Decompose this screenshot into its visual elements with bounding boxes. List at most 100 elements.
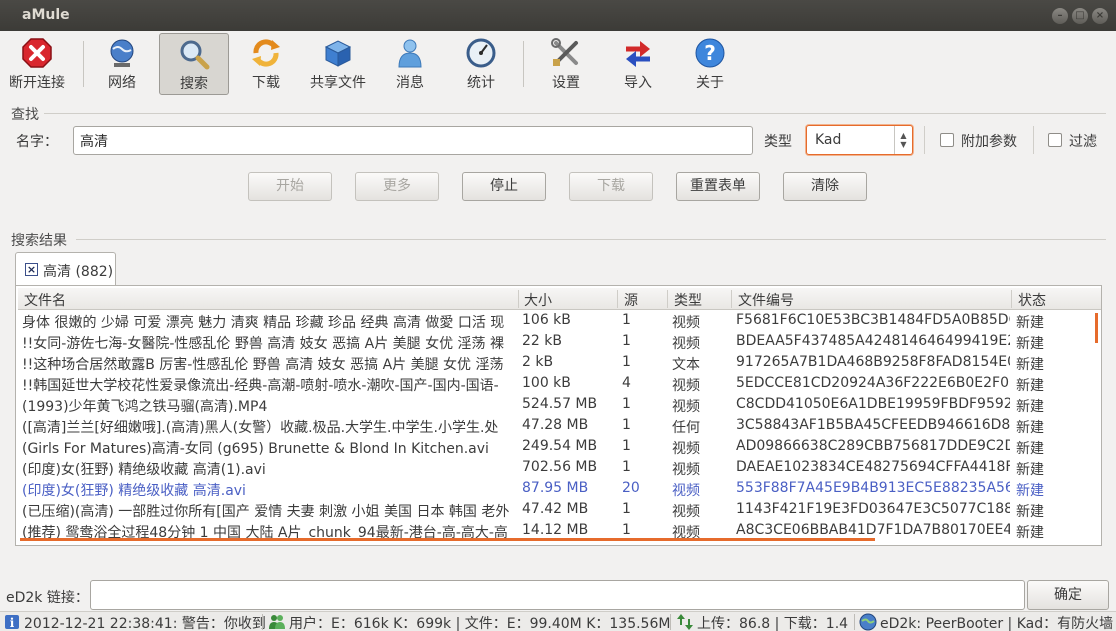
toolbar-search-button[interactable]: 搜索	[159, 33, 229, 95]
cell-status: 新建	[1016, 357, 1044, 373]
toolbar-statistics-button[interactable]: 统计	[452, 33, 510, 95]
main-toolbar: 断开连接 网络 搜索 下载 共享文件 消息 统计 设置 导入 ? 关于	[0, 31, 1116, 97]
toolbar-shared-files-button[interactable]: 共享文件	[304, 33, 372, 95]
cell-type: 视频	[672, 336, 700, 352]
cell-status: 新建	[1016, 483, 1044, 499]
cell-status: 新建	[1016, 441, 1044, 457]
status-users-files: 用户：E：616k K：699k | 文件：E：99.40M K：135.56M	[289, 616, 671, 631]
download-button[interactable]: 下载	[569, 172, 653, 201]
vertical-scrollbar[interactable]	[1095, 313, 1098, 343]
results-panel: 文件名 大小 源 类型 文件编号 状态 身体 很嫩的 少婦 可爱 漂亮 魅力 清…	[15, 285, 1102, 546]
table-row[interactable]: 身体 很嫩的 少婦 可爱 漂亮 魅力 清爽 精品 珍藏 珍品 经典 高清 做愛 …	[18, 311, 1101, 332]
cell-size: 524.57 MB	[522, 396, 598, 412]
table-row[interactable]: (印度)女(狂野) 精绝级收藏 高清(1).avi 702.56 MB 1 视频 DAE…	[18, 458, 1101, 479]
cell-filename: (Girls For Matures)高清-女同 (g695) Brunette…	[22, 441, 489, 457]
download-arrows-icon	[252, 39, 280, 67]
messages-user-icon	[398, 39, 422, 68]
column-separator[interactable]	[1011, 290, 1012, 308]
toolbar-messages-button[interactable]: 消息	[382, 33, 438, 95]
find-section-divider	[44, 113, 1106, 114]
column-separator[interactable]	[617, 290, 618, 308]
more-button[interactable]: 更多	[355, 172, 439, 201]
column-header-sources[interactable]: 源	[624, 290, 638, 310]
find-divider-vertical	[924, 126, 925, 154]
find-divider-vertical	[1033, 126, 1034, 154]
column-header-status[interactable]: 状态	[1018, 290, 1046, 310]
toolbar-settings-button[interactable]: 设置	[536, 33, 596, 95]
table-row[interactable]: !!女同-游佐七海-女醫院-性感乱伦 野兽 高清 妓女 恶搞 A片 美腿 女优 …	[18, 332, 1101, 353]
table-row[interactable]: !!这种场合居然敢露B 厉害-性感乱伦 野兽 高清 妓女 恶搞 A片 美腿 女优…	[18, 353, 1101, 374]
cell-size: 702.56 MB	[522, 459, 598, 475]
toolbar-network-button[interactable]: 网络	[92, 33, 152, 95]
svg-text:i: i	[10, 616, 15, 630]
status-separator	[854, 614, 855, 630]
transfer-arrows-icon	[677, 614, 693, 630]
cell-file-hash: 3C58843AF1B5BA45CFEEDB946616D8CC	[736, 417, 1010, 433]
cell-file-hash: DAEAE1023834CE48275694CFFA4418F7	[736, 459, 1010, 475]
stop-button[interactable]: 停止	[462, 172, 546, 201]
search-type-select[interactable]: Kad ▲ ▼	[806, 125, 913, 155]
cell-size: 47.42 MB	[522, 501, 589, 517]
reset-form-button[interactable]: 重置表单	[676, 172, 760, 201]
ed2k-link-input[interactable]	[90, 580, 1025, 610]
cell-type: 视频	[672, 399, 700, 415]
status-log[interactable]: 2012-12-21 22:38:41: 警告：你收到	[24, 613, 266, 631]
close-button[interactable]: ×	[1092, 8, 1108, 24]
cell-filename: (已压缩)(高清) 一部胜过你所有[国产 爱情 夫妻 刺激 小姐 美国 日本 韩…	[22, 504, 510, 520]
table-row[interactable]: (1993)少年黄飞鸿之铁马骝(高清).MP4 524.57 MB 1 视频 C8CDD…	[18, 395, 1101, 416]
cell-filename: ([高清]兰兰[好细嫩哦].(高清)黑人(女警）收藏.极品.大学生.中学生.小学…	[22, 420, 499, 436]
start-button[interactable]: 开始	[248, 172, 332, 201]
maximize-button[interactable]: □	[1072, 8, 1088, 24]
users-icon	[269, 615, 285, 629]
cell-file-hash: F5681F6C10E53BC3B1484FD5A0B85DC8	[736, 312, 1010, 328]
import-arrows-icon	[626, 41, 650, 67]
cell-size: 100 kB	[522, 375, 571, 391]
column-separator[interactable]	[731, 290, 732, 308]
find-section-label: 查找	[11, 107, 39, 123]
tab-close-icon[interactable]: ×	[25, 263, 38, 276]
column-header-filename[interactable]: 文件名	[24, 290, 66, 310]
cell-file-hash: BDEAA5F437485A424814646499419E29	[736, 333, 1010, 349]
toolbar-separator	[523, 41, 524, 87]
results-tab[interactable]: × 高清 (882)	[15, 252, 116, 286]
about-help-icon: ?	[695, 38, 725, 68]
cell-status: 新建	[1016, 462, 1044, 478]
clear-button[interactable]: 清除	[783, 172, 867, 201]
horizontal-scrollbar[interactable]	[20, 538, 875, 541]
toolbar-disconnect-button[interactable]: 断开连接	[4, 33, 70, 95]
table-row[interactable]: ([高清]兰兰[好细嫩哦].(高清)黑人(女警）收藏.极品.大学生.中学生.小学…	[18, 416, 1101, 437]
table-row[interactable]: !!韩国延世大学校花性爱录像流出-经典-高潮-喷射-喷水-潮吹-国产-国内-国语…	[18, 374, 1101, 395]
cell-status: 新建	[1016, 420, 1044, 436]
results-list[interactable]: 文件名 大小 源 类型 文件编号 状态 身体 很嫩的 少婦 可爱 漂亮 魅力 清…	[18, 288, 1101, 543]
column-separator[interactable]	[667, 290, 668, 308]
extra-params-label: 附加参数	[961, 134, 1017, 150]
ed2k-ok-button[interactable]: 确定	[1027, 580, 1109, 610]
toolbar-download-button[interactable]: 下载	[236, 33, 296, 95]
cell-filename: !!韩国延世大学校花性爱录像流出-经典-高潮-喷射-喷水-潮吹-国产-国内-国语…	[22, 378, 499, 394]
search-magnifier-icon	[180, 40, 210, 70]
column-header-file-hash[interactable]: 文件编号	[738, 290, 794, 310]
name-label: 名字：	[16, 134, 58, 150]
column-separator[interactable]	[518, 290, 519, 308]
table-row[interactable]: (Girls For Matures)高清-女同 (g695) Brunette…	[18, 437, 1101, 458]
svg-text:?: ?	[704, 41, 716, 65]
cell-type: 视频	[672, 315, 700, 331]
cell-file-hash: AD09866638C289CBB756817DDE9C2DA8	[736, 438, 1010, 454]
cell-sources: 1	[622, 396, 631, 412]
column-header-type[interactable]: 类型	[674, 290, 702, 310]
toolbar-about-button[interactable]: ? 关于	[682, 33, 738, 95]
cell-filename: 身体 很嫩的 少婦 可爱 漂亮 魅力 清爽 精品 珍藏 珍品 经典 高清 做愛 …	[22, 315, 505, 331]
cell-status: 新建	[1016, 378, 1044, 394]
results-tab-label: 高清 (882)	[43, 264, 114, 280]
column-header-size[interactable]: 大小	[524, 290, 552, 310]
minimize-button[interactable]: –	[1052, 8, 1068, 24]
cell-sources: 1	[622, 354, 631, 370]
toolbar-import-button[interactable]: 导入	[610, 33, 666, 95]
search-name-input[interactable]	[73, 126, 753, 155]
cell-filename: !!女同-游佐七海-女醫院-性感乱伦 野兽 高清 妓女 恶搞 A片 美腿 女优 …	[22, 336, 505, 352]
table-row[interactable]: (印度)女(狂野) 精绝级收藏 高清.avi 87.95 MB 20 视频 553F88…	[18, 479, 1101, 500]
cell-size: 249.54 MB	[522, 438, 598, 454]
extra-params-checkbox[interactable]	[940, 133, 954, 147]
table-row[interactable]: (已压缩)(高清) 一部胜过你所有[国产 爱情 夫妻 刺激 小姐 美国 日本 韩…	[18, 500, 1101, 521]
filter-checkbox[interactable]	[1048, 133, 1062, 147]
